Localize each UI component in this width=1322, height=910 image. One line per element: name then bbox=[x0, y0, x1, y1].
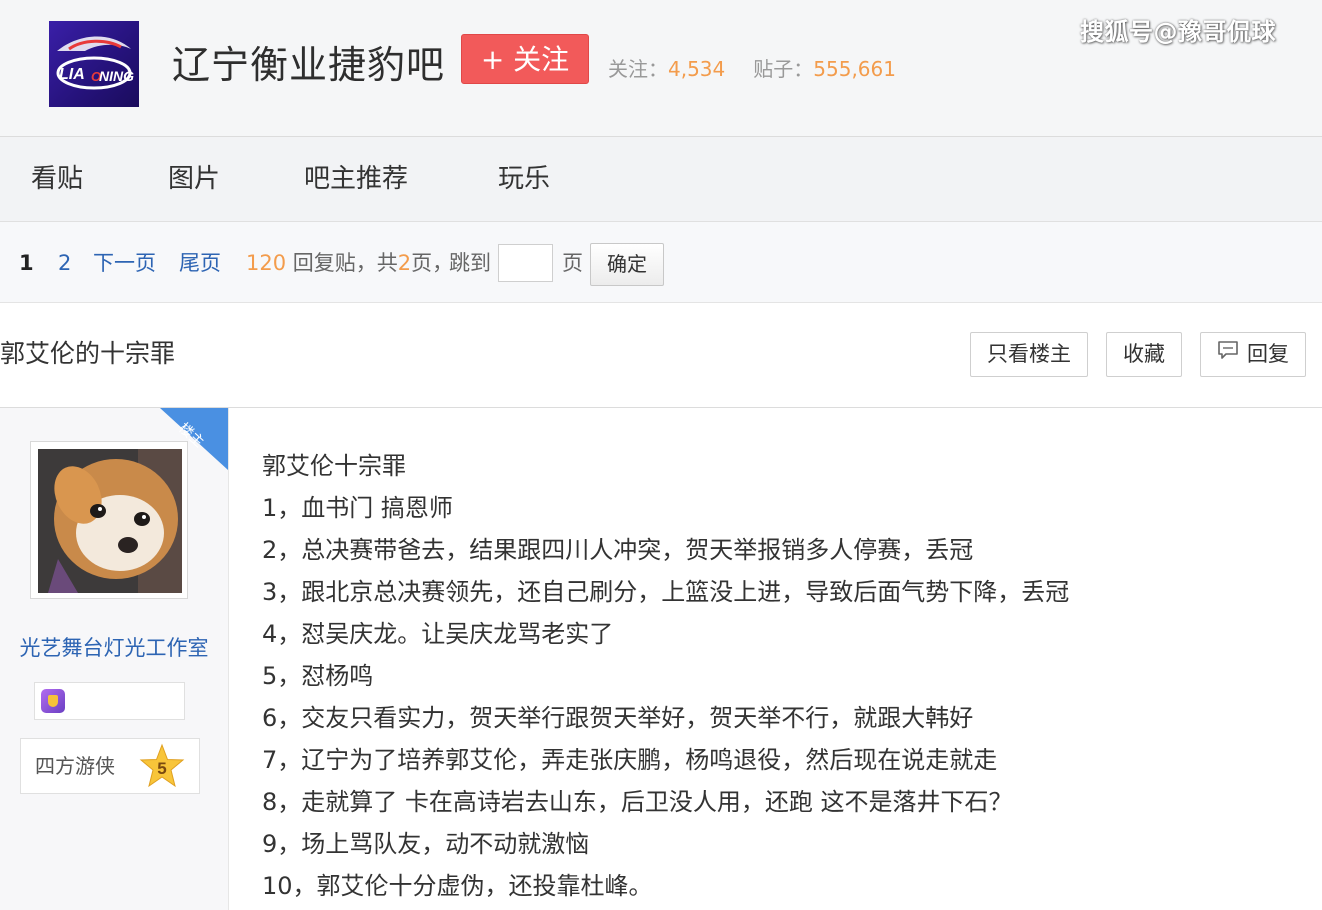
page-unit-label: 页 bbox=[562, 251, 583, 275]
reply-text: 回复贴，共 bbox=[292, 251, 398, 275]
post-line: 8，走就算了 卡在高诗岩去山东，后卫没人用，还跑 这不是落井下石？ bbox=[262, 788, 1013, 816]
level-number: 5 bbox=[157, 759, 166, 778]
comment-icon bbox=[1217, 332, 1239, 375]
follow-count: 4,534 bbox=[668, 57, 726, 81]
post-line: 5，怼杨鸣 bbox=[262, 662, 374, 690]
thread-title: 郭艾伦的十宗罪 bbox=[0, 339, 176, 368]
post-line: 7，辽宁为了培养郭艾伦，弄走张庆鹏，杨鸣退役，然后现在说走就走 bbox=[262, 746, 998, 774]
reply-summary: 120 回复贴，共2页， bbox=[246, 249, 453, 277]
confirm-jump-button[interactable]: 确定 bbox=[590, 243, 664, 286]
forum-title[interactable]: 辽宁衡业捷豹吧 bbox=[172, 40, 445, 90]
nav-tab-pictures[interactable]: 图片 bbox=[168, 163, 220, 195]
watermark: 搜狐号@豫哥侃球 bbox=[1080, 18, 1276, 46]
author-level-box: 四方游侠 5 bbox=[20, 738, 200, 794]
page-current: 1 bbox=[19, 251, 34, 275]
page-2-link[interactable]: 2 bbox=[58, 249, 71, 277]
post-content: 郭艾伦十宗罪 1，血书门 搞恩师 2，总决赛带爸去，结果跟四川人冲突，贺天举报销… bbox=[262, 445, 1069, 907]
jump-page-input[interactable] bbox=[498, 244, 553, 282]
forum-header: LIA O NING 辽宁衡业捷豹吧 + 关注 关注：4,534 贴子：555,6… bbox=[0, 0, 1322, 137]
avatar[interactable] bbox=[30, 441, 188, 599]
post-count: 555,661 bbox=[813, 57, 896, 81]
jump-to-label: 跳到 bbox=[449, 251, 491, 275]
author-username[interactable]: 光艺舞台灯光工作室 bbox=[0, 634, 228, 662]
author-badge-box bbox=[34, 682, 185, 720]
last-page-link[interactable]: 尾页 bbox=[179, 249, 221, 277]
forum-logo-graphic: LIA O NING bbox=[56, 36, 134, 90]
post-line: 10，郭艾伦十分虚伪，还投靠杜峰。 bbox=[262, 872, 653, 900]
reply-count: 120 bbox=[246, 251, 287, 275]
avatar-image bbox=[38, 449, 182, 593]
level-title: 四方游侠 bbox=[35, 754, 115, 778]
follow-count-label: 关注： bbox=[608, 57, 668, 81]
reply-button-label: 回复 bbox=[1247, 342, 1289, 366]
total-pages: 2 bbox=[397, 251, 412, 275]
post-line: 3，跟北京总决赛领先，还自己刷分，上篮没上进，导致后面气势下降，丢冠 bbox=[262, 578, 1070, 606]
forum-nav: 看贴 图片 吧主推荐 玩乐 bbox=[0, 137, 1322, 222]
badge-icon[interactable] bbox=[41, 689, 65, 713]
svg-text:LIA: LIA bbox=[59, 66, 85, 83]
post-line: 9，场上骂队友，动不动就激恼 bbox=[262, 830, 590, 858]
post-line: 2，总决赛带爸去，结果跟四川人冲突，贺天举报销多人停赛，丢冠 bbox=[262, 536, 974, 564]
forum-logo[interactable]: LIA O NING bbox=[49, 21, 139, 107]
forum-stats: 关注：4,534 贴子：555,661 bbox=[608, 56, 896, 82]
favorite-button[interactable]: 收藏 bbox=[1106, 332, 1182, 377]
nav-tab-fun[interactable]: 玩乐 bbox=[498, 163, 550, 195]
only-op-button[interactable]: 只看楼主 bbox=[970, 332, 1088, 377]
next-page-link[interactable]: 下一页 bbox=[93, 249, 156, 277]
pages-suffix: 页， bbox=[411, 251, 454, 275]
post-count-label: 贴子： bbox=[753, 57, 814, 81]
nav-tab-recommended[interactable]: 吧主推荐 bbox=[304, 163, 408, 195]
level-star-icon: 5 bbox=[139, 743, 185, 789]
post-line: 6，交友只看实力，贺天举行跟贺天举好，贺天举不行，就跟大韩好 bbox=[262, 704, 974, 732]
post-line: 4，怼吴庆龙。让吴庆龙骂老实了 bbox=[262, 620, 614, 648]
reply-button[interactable]: 回复 bbox=[1200, 332, 1306, 377]
post-line: 郭艾伦十宗罪 bbox=[262, 452, 406, 480]
follow-button[interactable]: + 关注 bbox=[461, 34, 589, 84]
nav-tab-posts[interactable]: 看贴 bbox=[31, 163, 83, 195]
post-line: 1，血书门 搞恩师 bbox=[262, 494, 453, 522]
svg-text:NING: NING bbox=[99, 68, 134, 84]
